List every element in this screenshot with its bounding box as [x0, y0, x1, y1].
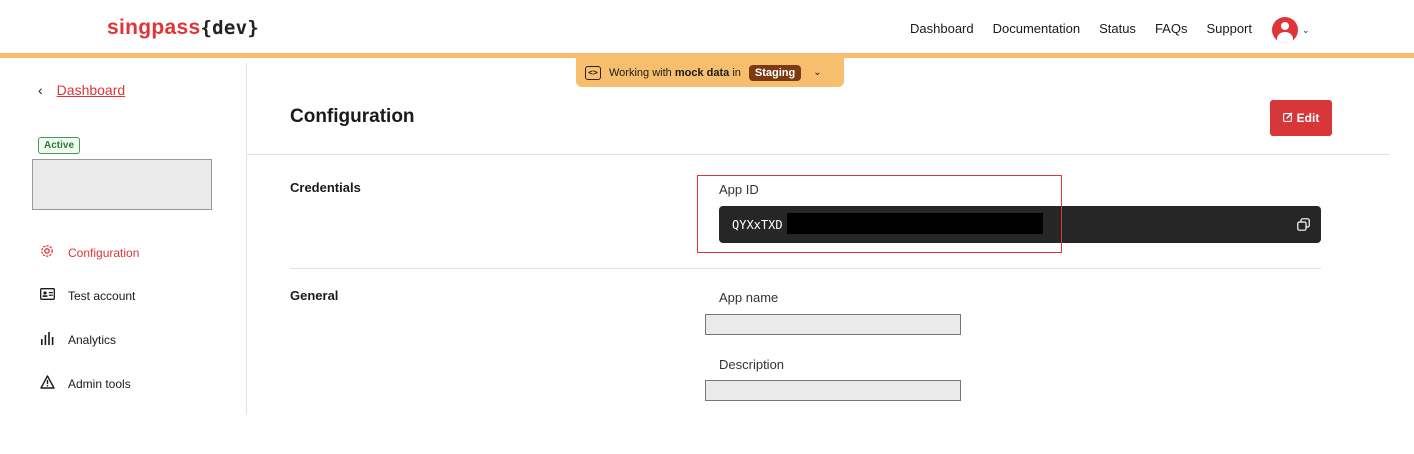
header-divider [247, 154, 1390, 155]
nav-faqs[interactable]: FAQs [1155, 21, 1188, 36]
description-value-redacted [705, 380, 961, 401]
back-link-label: Dashboard [56, 82, 126, 98]
logo-brand: singpass [107, 16, 201, 39]
user-menu-button[interactable]: ⌄ [1272, 17, 1310, 43]
app-name-label: App name [719, 290, 779, 305]
warning-icon [40, 375, 55, 392]
app-name-redacted [32, 159, 212, 210]
section-divider [290, 268, 1321, 269]
top-navigation-bar: singpass{dev} Dashboard Documentation St… [0, 0, 1414, 58]
credentials-section-label: Credentials [290, 180, 361, 195]
user-avatar-icon [1272, 17, 1298, 43]
gear-icon [40, 244, 54, 261]
description-label: Description [719, 357, 785, 372]
back-to-dashboard-link[interactable]: ‹ Dashboard [38, 82, 125, 98]
nav-documentation[interactable]: Documentation [993, 21, 1080, 36]
singpass-dev-logo[interactable]: singpass{dev} [107, 16, 259, 40]
copy-icon[interactable] [1297, 218, 1310, 231]
main-nav: Dashboard Documentation Status FAQs Supp… [910, 21, 1252, 36]
nav-status[interactable]: Status [1099, 21, 1136, 36]
status-badge: Active [38, 137, 81, 154]
sidebar-item-label: Admin tools [68, 376, 131, 391]
logo-suffix: {dev} [200, 17, 260, 39]
sidebar-item-label: Analytics [68, 333, 117, 347]
sidebar-item-label: Test account [68, 288, 136, 303]
edit-button[interactable]: Edit [1270, 100, 1332, 136]
bar-chart-icon [40, 332, 54, 348]
main-content: Configuration Edit Credentials App ID QY… [247, 63, 1390, 415]
nav-support[interactable]: Support [1206, 21, 1252, 36]
general-section-label: General [290, 288, 339, 303]
sidebar-item-test-account[interactable]: Test account [40, 288, 135, 303]
edit-label: Edit [1296, 111, 1320, 125]
sidebar-item-analytics[interactable]: Analytics [40, 332, 116, 348]
page-title: Configuration [290, 106, 415, 127]
chevron-left-icon: ‹ [38, 82, 43, 98]
edit-icon [1282, 111, 1293, 125]
nav-dashboard[interactable]: Dashboard [910, 21, 974, 36]
sidebar-item-configuration[interactable]: Configuration [40, 244, 139, 261]
sidebar-item-label: Configuration [68, 245, 140, 260]
id-card-icon [40, 288, 55, 303]
sidebar-item-admin-tools[interactable]: Admin tools [40, 375, 131, 392]
app-id-highlight-box [697, 175, 1062, 253]
chevron-down-icon: ⌄ [1302, 24, 1310, 35]
sidebar: ‹ Dashboard Active Configuration Test ac… [20, 63, 247, 415]
app-name-value-redacted [705, 314, 961, 335]
